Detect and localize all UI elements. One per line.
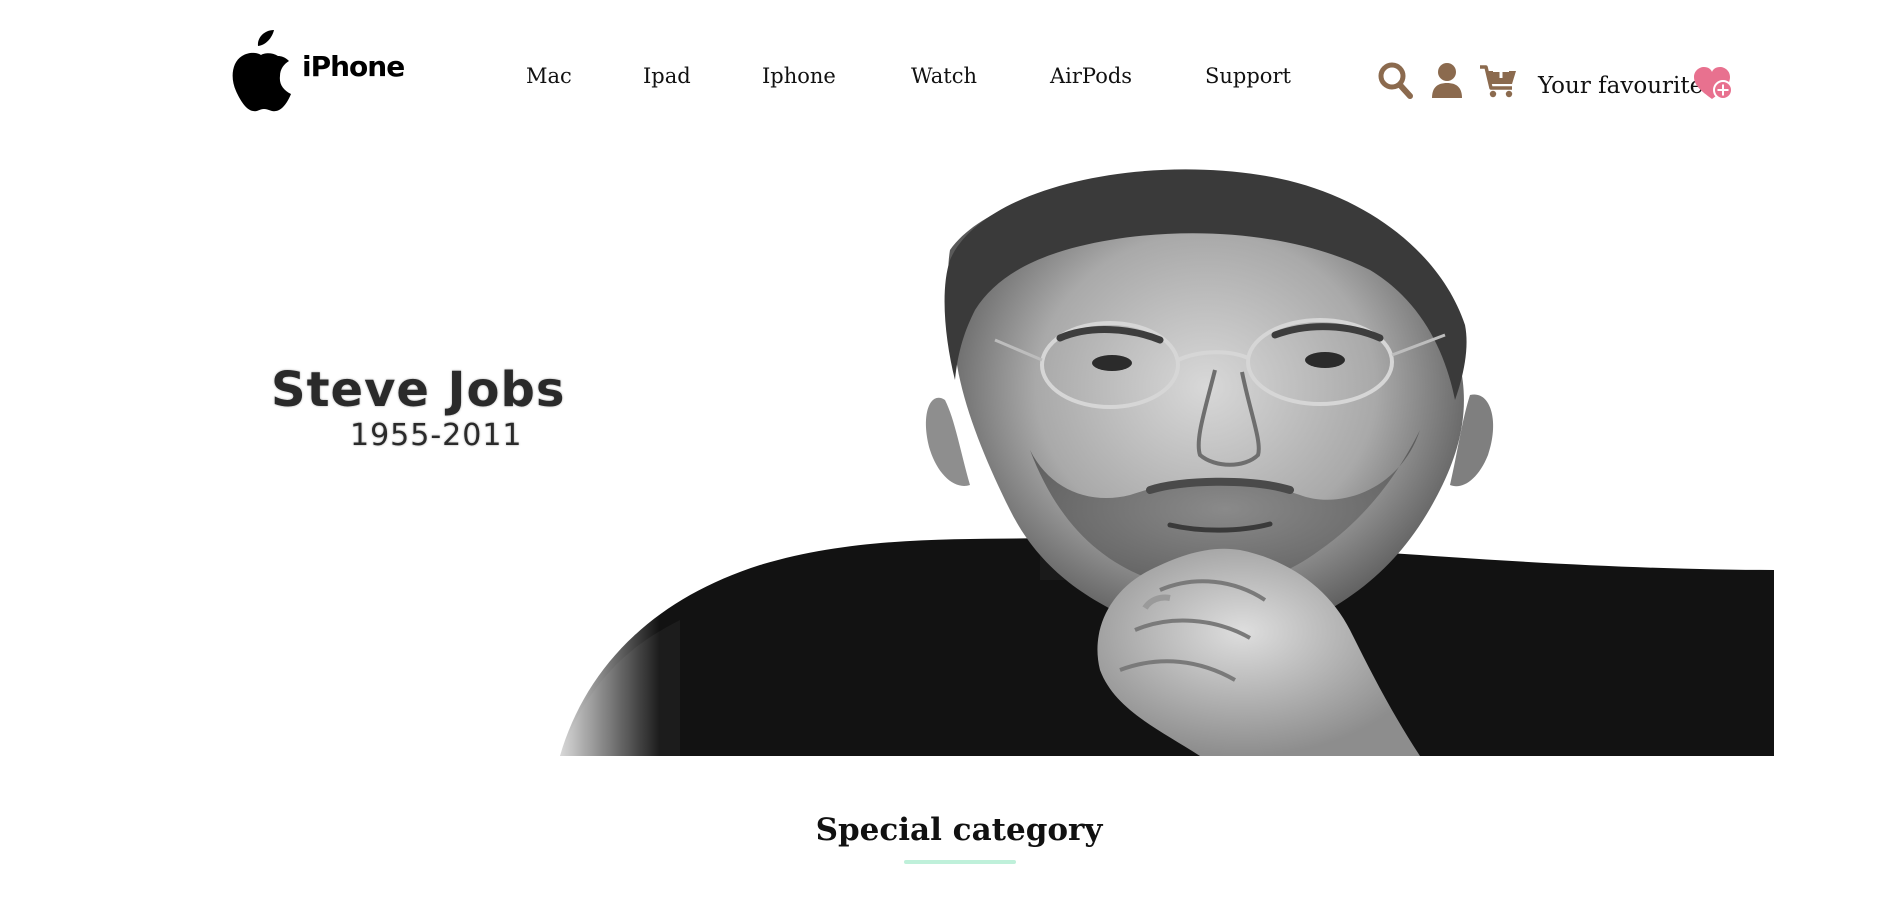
nav-item-iphone[interactable]: Iphone	[762, 64, 836, 88]
hero-banner: Steve Jobs 1955-2011	[0, 150, 1774, 756]
section-title-underline	[904, 860, 1016, 864]
brand-logo-text: iPhone	[302, 49, 405, 83]
site-header: iPhone Mac Ipad Iphone Watch AirPods Sup…	[0, 0, 1902, 140]
page: iPhone Mac Ipad Iphone Watch AirPods Sup…	[0, 0, 1902, 906]
nav-item-support[interactable]: Support	[1205, 64, 1291, 88]
section-title: Special category	[815, 812, 1103, 848]
heart-plus-icon[interactable]	[1693, 66, 1735, 106]
user-icon[interactable]	[1431, 62, 1463, 104]
hero-name: Steve Jobs	[271, 362, 566, 418]
brand-logo[interactable]: iPhone	[228, 22, 405, 118]
hero-years: 1955-2011	[350, 418, 523, 453]
nav-item-ipad[interactable]: Ipad	[643, 64, 691, 88]
favourite-link[interactable]: Your favourite	[1538, 73, 1703, 99]
hero-portrait-image	[0, 150, 1774, 756]
nav-item-mac[interactable]: Mac	[526, 64, 572, 88]
apple-logo-icon	[228, 26, 298, 114]
search-icon[interactable]	[1378, 62, 1414, 104]
cart-plus-icon[interactable]	[1479, 60, 1519, 104]
nav-item-watch[interactable]: Watch	[911, 64, 977, 88]
nav-item-airpods[interactable]: AirPods	[1050, 64, 1132, 88]
